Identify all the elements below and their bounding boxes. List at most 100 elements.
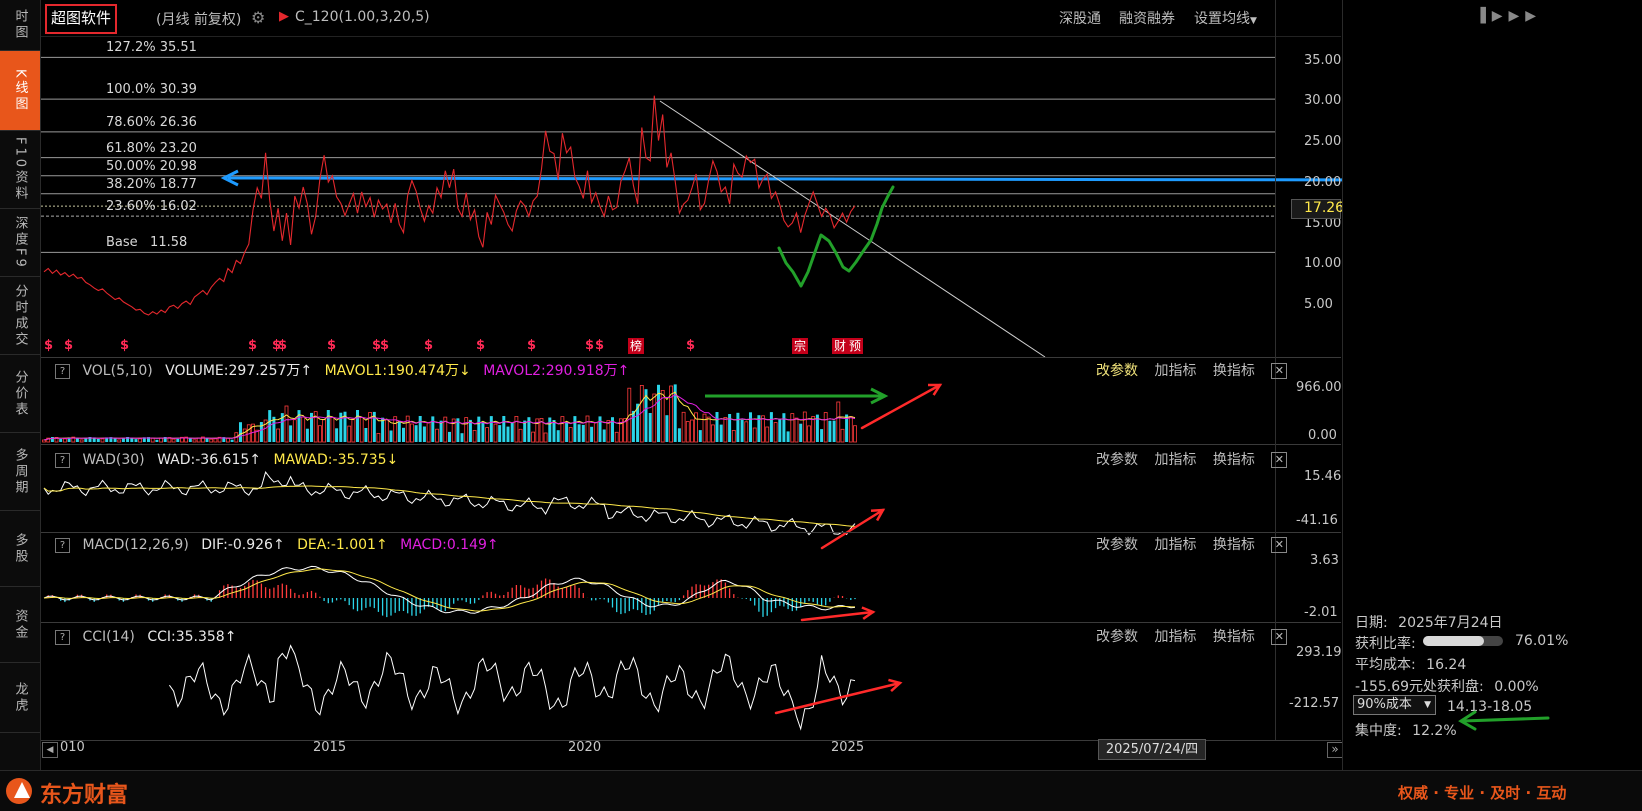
volume-bar — [213, 438, 218, 443]
cci-y-bottom: -212.57 — [1289, 696, 1340, 711]
macd-plot — [43, 565, 856, 618]
volume-bar — [150, 437, 155, 443]
add-indicator-button[interactable]: 加指标 — [1154, 363, 1196, 379]
volume-bar — [418, 416, 422, 442]
volume-bar — [176, 438, 180, 442]
brand-logo-mark — [14, 782, 30, 798]
volume-bar — [531, 431, 535, 443]
volume-bar — [585, 415, 590, 443]
close-icon[interactable]: ✕ — [1271, 363, 1288, 379]
swap-indicator-button[interactable]: 换指标 — [1213, 363, 1255, 379]
wad-y-top: 15.46 — [1304, 469, 1342, 484]
event-s-marker: $ — [476, 338, 486, 353]
volume-bar — [460, 433, 464, 442]
volume-bar — [744, 421, 749, 443]
help-icon[interactable]: ? — [55, 452, 70, 468]
vol-name: VOL(5,10) — [82, 363, 153, 379]
volume-bar — [448, 431, 451, 442]
volume-bar — [335, 428, 339, 442]
volume-bar — [631, 410, 635, 442]
swap-indicator-button[interactable]: 换指标 — [1213, 629, 1255, 645]
close-icon[interactable]: ✕ — [1271, 537, 1288, 553]
volume-bar — [79, 439, 84, 443]
cci-panel-header: ? CCI(14) CCI:35.358↑ — [55, 626, 236, 648]
volume-bar — [685, 421, 690, 443]
edit-params-button[interactable]: 改参数 — [1096, 363, 1138, 379]
volume-bar — [402, 427, 405, 442]
volume-bar — [468, 419, 472, 442]
volume-bar — [435, 428, 439, 443]
profit-ratio-value: 76.01% — [1515, 633, 1569, 649]
volume-bar — [397, 421, 401, 442]
add-indicator-button[interactable]: 加指标 — [1154, 629, 1196, 645]
profit-at-row: -155.69元处获利盘: 0.00% — [1355, 676, 1539, 696]
volume-bar — [485, 427, 490, 443]
volume-bar — [376, 432, 381, 443]
swap-indicator-button[interactable]: 换指标 — [1213, 452, 1255, 468]
close-icon[interactable]: ✕ — [1271, 452, 1288, 468]
green-arrow-icon — [1458, 710, 1550, 731]
event-s-marker: $ — [585, 338, 595, 353]
add-indicator-button[interactable]: 加指标 — [1154, 537, 1196, 553]
volume-bar — [506, 426, 510, 442]
help-icon[interactable]: ? — [55, 537, 70, 553]
volume-bar — [134, 439, 138, 442]
volume-bar — [706, 416, 711, 443]
mawad-line — [43, 485, 856, 527]
event-s-marker: $ — [248, 338, 258, 353]
help-icon[interactable]: ? — [55, 363, 70, 379]
add-indicator-button[interactable]: 加指标 — [1154, 452, 1196, 468]
volume-bar — [715, 412, 719, 442]
volume-bar — [677, 428, 681, 442]
swap-indicator-button[interactable]: 换指标 — [1213, 537, 1255, 553]
volume-bar — [439, 420, 443, 442]
edit-params-button[interactable]: 改参数 — [1096, 452, 1138, 468]
volume-bar — [836, 401, 841, 443]
volume-bar — [543, 432, 548, 443]
x-tick: 2020 — [568, 740, 602, 755]
edit-params-button[interactable]: 改参数 — [1096, 537, 1138, 553]
event-s-marker: $ — [278, 338, 288, 353]
concentration-row: 集中度: 12.2% — [1355, 720, 1457, 740]
volume-bar — [464, 417, 469, 443]
profit-ratio-fill — [1423, 636, 1484, 646]
panel-separator — [41, 357, 1341, 358]
edit-params-button[interactable]: 改参数 — [1096, 629, 1138, 645]
volume-bar — [192, 439, 197, 443]
wad-line — [43, 471, 856, 536]
cci-line — [168, 644, 856, 731]
red-arrow — [820, 508, 885, 550]
volume-bar — [648, 413, 652, 442]
volume-bar — [171, 438, 176, 443]
fib-label: 50.00% 20.98 — [106, 158, 197, 174]
volume-bar — [752, 427, 757, 443]
wad-value: WAD:-36.615↑ — [157, 452, 262, 468]
cost-select-value: 90%成本 — [1357, 697, 1412, 712]
volume-bar — [807, 425, 811, 443]
close-icon[interactable]: ✕ — [1271, 629, 1288, 645]
volume-bar — [823, 412, 828, 443]
trend-line — [659, 100, 1046, 358]
wad-lines — [43, 471, 856, 536]
avg-cost-label: 平均成本: — [1355, 657, 1416, 673]
volume-bar — [326, 410, 330, 442]
fib-label: 100.0% 30.39 — [106, 82, 197, 98]
event-s-marker: $ — [44, 338, 54, 353]
macd-name: MACD(12,26,9) — [82, 537, 189, 553]
volume-bar — [749, 412, 752, 442]
volume-bar — [581, 424, 585, 442]
scroll-left-icon[interactable]: ◀ — [42, 742, 58, 758]
volume-bar — [761, 415, 765, 443]
panel-tools-icon[interactable]: ▐▶▶▶ — [1475, 8, 1542, 24]
vol-y-top: 966.00 — [1296, 380, 1342, 395]
volume-bar — [698, 430, 702, 442]
vol-value: VOLUME:297.257万↑ — [165, 363, 313, 379]
scroll-right-icon[interactable]: » — [1327, 742, 1343, 758]
x-tick: 2015 — [313, 740, 347, 755]
volume-bar — [113, 438, 117, 442]
fib-label: 127.2% 35.51 — [106, 40, 197, 56]
cost-select[interactable]: 90%成本 ▼ — [1353, 695, 1436, 715]
profit-at-label: -155.69元处获利盘: — [1355, 679, 1484, 695]
red-arrow — [800, 610, 875, 622]
help-icon[interactable]: ? — [55, 629, 70, 645]
